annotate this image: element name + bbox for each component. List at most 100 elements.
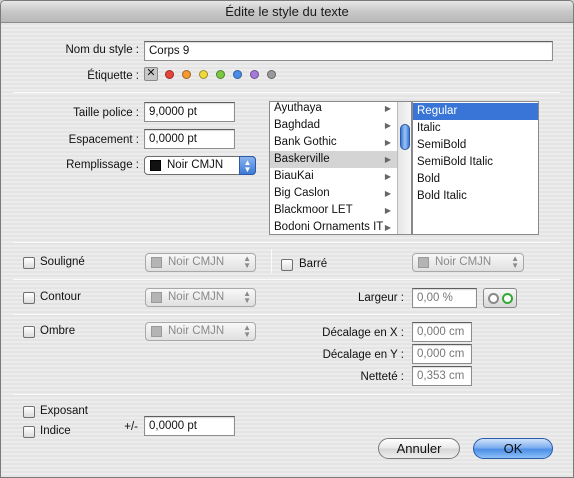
separator: [13, 279, 560, 280]
dialog-window: Édite le style du texte Nom du style : C…: [0, 0, 574, 478]
font-family-item-label: Big Caslon: [274, 187, 330, 199]
shadow-offset-y-input[interactable]: 0,000 cm: [412, 344, 472, 364]
outline-color-value: Noir CMJN: [168, 291, 225, 303]
font-family-item[interactable]: Big Caslon ▶: [270, 185, 397, 202]
chevron-right-icon: ▶: [384, 138, 391, 147]
font-style-item[interactable]: Bold: [413, 171, 538, 188]
scrollbar-thumb[interactable]: [400, 124, 410, 150]
font-family-item[interactable]: Blackmoor LET ▶: [270, 202, 397, 219]
separator: [271, 249, 272, 273]
fill-color-value: Noir CMJN: [167, 159, 224, 171]
outline-checkbox[interactable]: [23, 292, 35, 304]
font-style-item[interactable]: Italic: [413, 120, 538, 137]
chevron-right-icon: ▶: [384, 206, 391, 215]
separator: [13, 242, 560, 243]
underline-color-popup[interactable]: Noir CMJN ▲ ▼: [145, 253, 256, 272]
popup-arrows-icon: ▲ ▼: [239, 156, 256, 175]
tag-label: Étiquette :: [87, 70, 139, 82]
outline-mode-icon: [488, 293, 499, 304]
window-title: Édite le style du texte: [1, 1, 573, 23]
shadow-color-popup[interactable]: Noir CMJN ▲ ▼: [145, 322, 256, 341]
tag-color-dot[interactable]: [165, 70, 174, 79]
strikethrough-color-popup[interactable]: Noir CMJN ▲ ▼: [412, 253, 524, 272]
font-style-list[interactable]: Regular Italic SemiBold SemiBold Italic Bold…: [412, 101, 539, 235]
shadow-offset-y-label: Décalage en Y :: [322, 349, 404, 361]
chevron-right-icon: ▶: [384, 155, 391, 164]
tag-none-button[interactable]: ✕: [144, 67, 158, 81]
ok-button[interactable]: OK: [473, 438, 553, 459]
popup-arrows-icon: ▲ ▼: [511, 254, 519, 270]
font-family-item[interactable]: Bodoni Ornaments IT ▶: [270, 219, 397, 234]
shadow-sharpness-label: Netteté :: [360, 371, 404, 383]
outline-color-popup[interactable]: Noir CMJN ▲ ▼: [145, 288, 256, 307]
baseline-shift-input[interactable]: 0,0000 pt: [144, 416, 235, 436]
font-family-scrollbar[interactable]: [397, 102, 411, 234]
font-family-list[interactable]: Ayuthaya ▶ Baghdad ▶ Bank Gothic ▶ Baskerville…: [269, 101, 412, 235]
fill-label: Remplissage :: [66, 159, 139, 171]
font-family-item[interactable]: Ayuthaya ▶: [270, 102, 397, 117]
chevron-right-icon: ▶: [384, 172, 391, 181]
outline-width-input[interactable]: 0,00 %: [412, 288, 477, 308]
font-family-item-label: Blackmoor LET: [274, 204, 353, 216]
chevron-right-icon: ▶: [384, 121, 391, 130]
font-family-item-label: Bank Gothic: [274, 136, 337, 148]
shadow-sharpness-input[interactable]: 0,353 cm: [412, 366, 472, 386]
font-style-item[interactable]: SemiBold: [413, 137, 538, 154]
strikethrough-label: Barré: [299, 258, 328, 270]
font-family-item-label: Bodoni Ornaments IT: [274, 221, 384, 233]
tag-color-dot[interactable]: [267, 70, 276, 79]
shadow-checkbox[interactable]: [23, 326, 35, 338]
font-style-item[interactable]: Bold Italic: [413, 188, 538, 205]
strikethrough-color-value: Noir CMJN: [435, 256, 492, 268]
cancel-button[interactable]: Annuler: [378, 438, 460, 459]
font-family-item-label: Baskerville: [274, 153, 330, 165]
popup-arrows-icon: ▲ ▼: [243, 289, 251, 305]
style-name-input[interactable]: Corps 9: [144, 41, 553, 61]
popup-arrows-icon: ▲ ▼: [243, 254, 251, 270]
separator: [13, 92, 560, 93]
underline-color-value: Noir CMJN: [168, 256, 225, 268]
tag-color-dot[interactable]: [233, 70, 242, 79]
spacing-label: Espacement :: [68, 134, 139, 146]
font-style-item[interactable]: Regular: [413, 103, 538, 120]
font-family-item[interactable]: BiauKai ▶: [270, 168, 397, 185]
font-size-input[interactable]: 9,0000 pt: [144, 102, 235, 122]
shadow-label: Ombre: [40, 325, 76, 337]
tag-color-dot[interactable]: [182, 70, 191, 79]
font-family-item[interactable]: Bank Gothic ▶: [270, 134, 397, 151]
outline-mode-active-icon: [502, 293, 513, 304]
baseline-shift-label: +/-: [124, 421, 138, 433]
font-size-label: Taille police :: [73, 107, 139, 119]
separator: [13, 314, 560, 315]
tag-color-dot[interactable]: [199, 70, 208, 79]
color-swatch: [151, 292, 162, 303]
color-swatch: [418, 257, 429, 268]
shadow-color-value: Noir CMJN: [168, 325, 225, 337]
superscript-checkbox[interactable]: [23, 406, 35, 418]
separator: [13, 394, 560, 395]
font-style-item[interactable]: SemiBold Italic: [413, 154, 538, 171]
underline-checkbox[interactable]: [23, 257, 35, 269]
outline-label: Contour: [40, 291, 81, 303]
subscript-checkbox[interactable]: [23, 426, 35, 438]
tag-color-dot[interactable]: [216, 70, 225, 79]
outline-width-label: Largeur :: [357, 292, 404, 304]
superscript-label: Exposant: [40, 405, 88, 417]
close-icon: ✕: [146, 67, 156, 79]
font-family-item-label: BiauKai: [274, 170, 314, 182]
style-name-label: Nom du style :: [65, 44, 140, 56]
underline-label: Souligné: [40, 256, 85, 268]
font-family-item[interactable]: Baskerville ▶: [270, 151, 397, 168]
popup-arrows-icon: ▲ ▼: [243, 323, 251, 339]
strikethrough-checkbox[interactable]: [281, 259, 293, 271]
font-family-item-label: Ayuthaya: [274, 102, 322, 114]
outline-mode-toggle[interactable]: [483, 288, 517, 308]
color-swatch: [151, 326, 162, 337]
tag-color-dot[interactable]: [250, 70, 259, 79]
color-swatch: [151, 257, 162, 268]
font-family-item[interactable]: Baghdad ▶: [270, 117, 397, 134]
spacing-input[interactable]: 0,0000 pt: [144, 129, 235, 149]
color-swatch: [150, 160, 161, 171]
shadow-offset-x-input[interactable]: 0,000 cm: [412, 322, 472, 342]
fill-color-popup[interactable]: Noir CMJN ▲ ▼: [144, 156, 256, 175]
